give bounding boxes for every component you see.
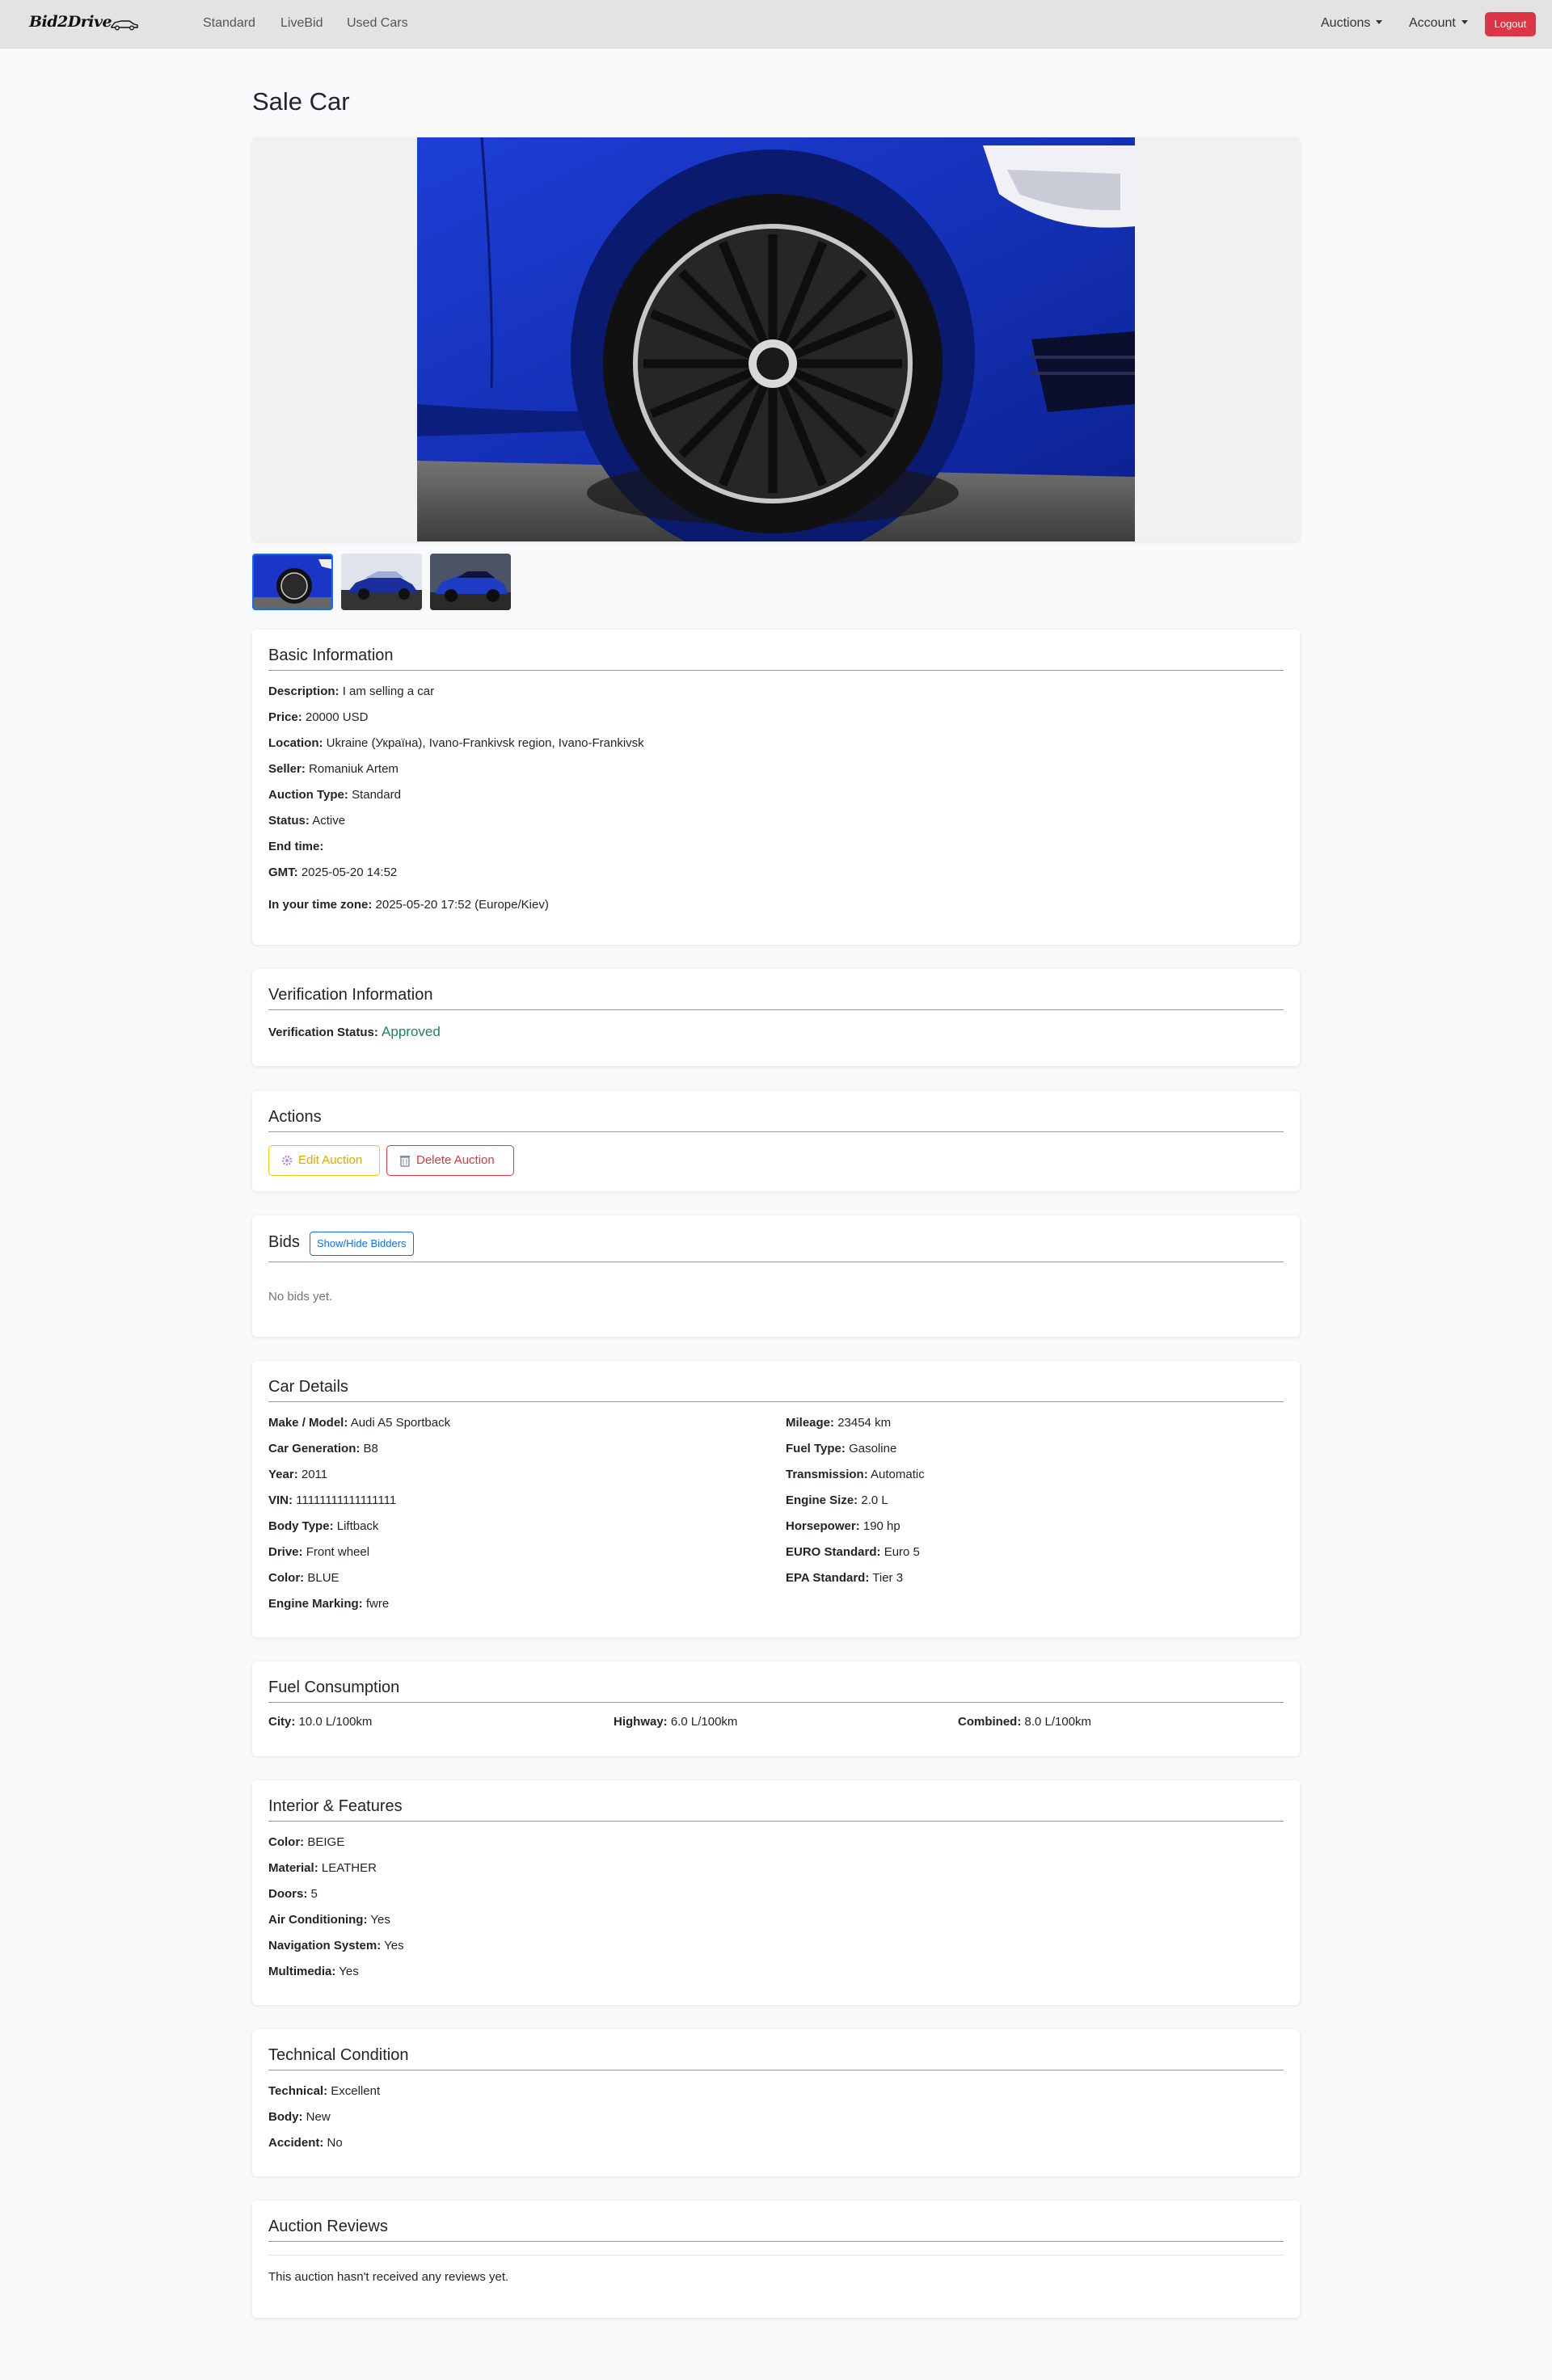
condition-row: Technical: Excellent [268, 2084, 381, 2098]
technical-condition-card: Technical Condition Technical: Excellent… [252, 2029, 1300, 2176]
car-icon [111, 20, 138, 31]
divider [268, 2241, 1284, 2242]
card-title: Fuel Consumption [268, 1679, 400, 1696]
divider [268, 670, 1284, 671]
car-details-card: Car Details Make / Model: Audi A5 Sportb… [252, 1361, 1300, 1637]
card-title: Bids [268, 1233, 300, 1251]
fuel-consumption-card: Fuel Consumption City: 10.0 L/100km High… [252, 1662, 1300, 1756]
spec-row: Make / Model: Audi A5 Sportback [268, 1416, 451, 1430]
nav-link-standard[interactable]: Standard [203, 16, 255, 31]
verification-card: Verification Information Verification St… [252, 969, 1300, 1066]
interior-features-card: Interior & Features Color: BEIGE Materia… [252, 1780, 1300, 2005]
seller-row: Seller: Romaniuk Artem [268, 762, 399, 776]
spec-row: EPA Standard: Tier 3 [786, 1571, 904, 1585]
condition-row: Body: New [268, 2110, 331, 2124]
car-thumbnail-image [254, 555, 331, 609]
end-time-row: End time: [268, 840, 324, 853]
spec-row: Car Generation: B8 [268, 1442, 378, 1455]
spec-row: Year: 2011 [268, 1468, 328, 1481]
fuel-combined: Combined: 8.0 L/100km [958, 1715, 1092, 1729]
card-title: Auction Reviews [268, 2218, 388, 2235]
spec-row: Fuel Type: Gasoline [786, 1442, 897, 1455]
chevron-down-icon [1376, 20, 1383, 24]
spec-row: Body Type: Liftback [268, 1519, 379, 1533]
description-row: Description: I am selling a car [268, 685, 435, 698]
card-title: Technical Condition [268, 2046, 409, 2064]
divider [268, 1821, 1284, 1822]
spec-row: Horsepower: 190 hp [786, 1519, 900, 1533]
divider [268, 1702, 1284, 1703]
main-image-container [252, 137, 1300, 541]
status-row: Status: Active [268, 814, 346, 828]
card-title: Actions [268, 1108, 322, 1126]
spec-row: Transmission: Automatic [786, 1468, 925, 1481]
spec-row: EURO Standard: Euro 5 [786, 1545, 920, 1559]
nav-link-livebid[interactable]: LiveBid [280, 16, 323, 31]
spec-row: VIN: 11111111111111111 [268, 1493, 397, 1507]
car-main-image[interactable] [417, 137, 1135, 541]
empty-reviews-text: This auction hasn't received any reviews… [268, 2270, 509, 2284]
actions-card: Actions Edit Auction Delete Auction [252, 1091, 1300, 1191]
gmt-row: GMT: 2025-05-20 14:52 [268, 866, 398, 879]
auction-reviews-card: Auction Reviews This auction hasn't rece… [252, 2201, 1300, 2318]
divider [268, 1009, 1284, 1010]
auction-type-row: Auction Type: Standard [268, 788, 401, 802]
trash-icon [400, 1156, 410, 1167]
fuel-city: City: 10.0 L/100km [268, 1715, 373, 1729]
divider [268, 1131, 1284, 1132]
feature-row: Air Conditioning: Yes [268, 1913, 390, 1927]
feature-row: Multimedia: Yes [268, 1965, 359, 1978]
fuel-highway: Highway: 6.0 L/100km [614, 1715, 738, 1729]
page-title: Sale Car [252, 87, 350, 116]
card-title: Verification Information [268, 986, 433, 1004]
delete-auction-button[interactable]: Delete Auction [386, 1145, 514, 1176]
price-row: Price: 20000 USD [268, 710, 369, 724]
feature-row: Doors: 5 [268, 1887, 318, 1901]
chevron-down-icon [1461, 20, 1468, 24]
car-thumbnail-image [341, 554, 422, 610]
basic-info-card: Basic Information Description: I am sell… [252, 630, 1300, 945]
show-hide-bidders-button[interactable]: Show/Hide Bidders [310, 1232, 414, 1256]
feature-row: Material: LEATHER [268, 1861, 377, 1875]
verification-status-row: Verification Status: Approved [268, 1024, 441, 1039]
account-dropdown[interactable]: Account [1409, 16, 1468, 31]
spec-row: Engine Size: 2.0 L [786, 1493, 888, 1507]
logout-button[interactable]: Logout [1485, 12, 1536, 36]
brand-logo[interactable]: Bid2Drive [29, 13, 139, 36]
status-badge: Approved [382, 1024, 441, 1039]
card-title: Basic Information [268, 647, 394, 664]
location-row: Location: Ukraine (Україна), Ivano-Frank… [268, 736, 644, 750]
feature-row: Color: BEIGE [268, 1835, 345, 1849]
spec-row: Drive: Front wheel [268, 1545, 370, 1559]
feature-row: Navigation System: Yes [268, 1939, 404, 1952]
condition-row: Accident: No [268, 2136, 343, 2150]
local-time-row: In your time zone: 2025-05-20 17:52 (Eur… [268, 898, 549, 912]
card-title: Car Details [268, 1378, 348, 1396]
divider [268, 1401, 1284, 1402]
nav-link-used-cars[interactable]: Used Cars [347, 16, 408, 31]
navbar: Bid2Drive Standard LiveBid Used Cars Auc… [0, 0, 1552, 48]
gear-icon [281, 1155, 293, 1166]
thumbnail-2[interactable] [341, 554, 422, 610]
spec-row: Color: BLUE [268, 1571, 340, 1585]
card-title: Interior & Features [268, 1797, 403, 1815]
spec-row: Mileage: 23454 km [786, 1416, 892, 1430]
bids-card: Bids Show/Hide Bidders No bids yet. [252, 1215, 1300, 1337]
car-thumbnail-image [430, 554, 511, 610]
thumbnail-1[interactable] [252, 554, 333, 610]
thumbnail-3[interactable] [430, 554, 511, 610]
empty-bids-text: No bids yet. [268, 1290, 333, 1304]
spec-row: Engine Marking: fwre [268, 1597, 390, 1611]
auctions-dropdown[interactable]: Auctions [1321, 16, 1383, 31]
divider [268, 2255, 1284, 2256]
edit-auction-button[interactable]: Edit Auction [268, 1145, 380, 1176]
